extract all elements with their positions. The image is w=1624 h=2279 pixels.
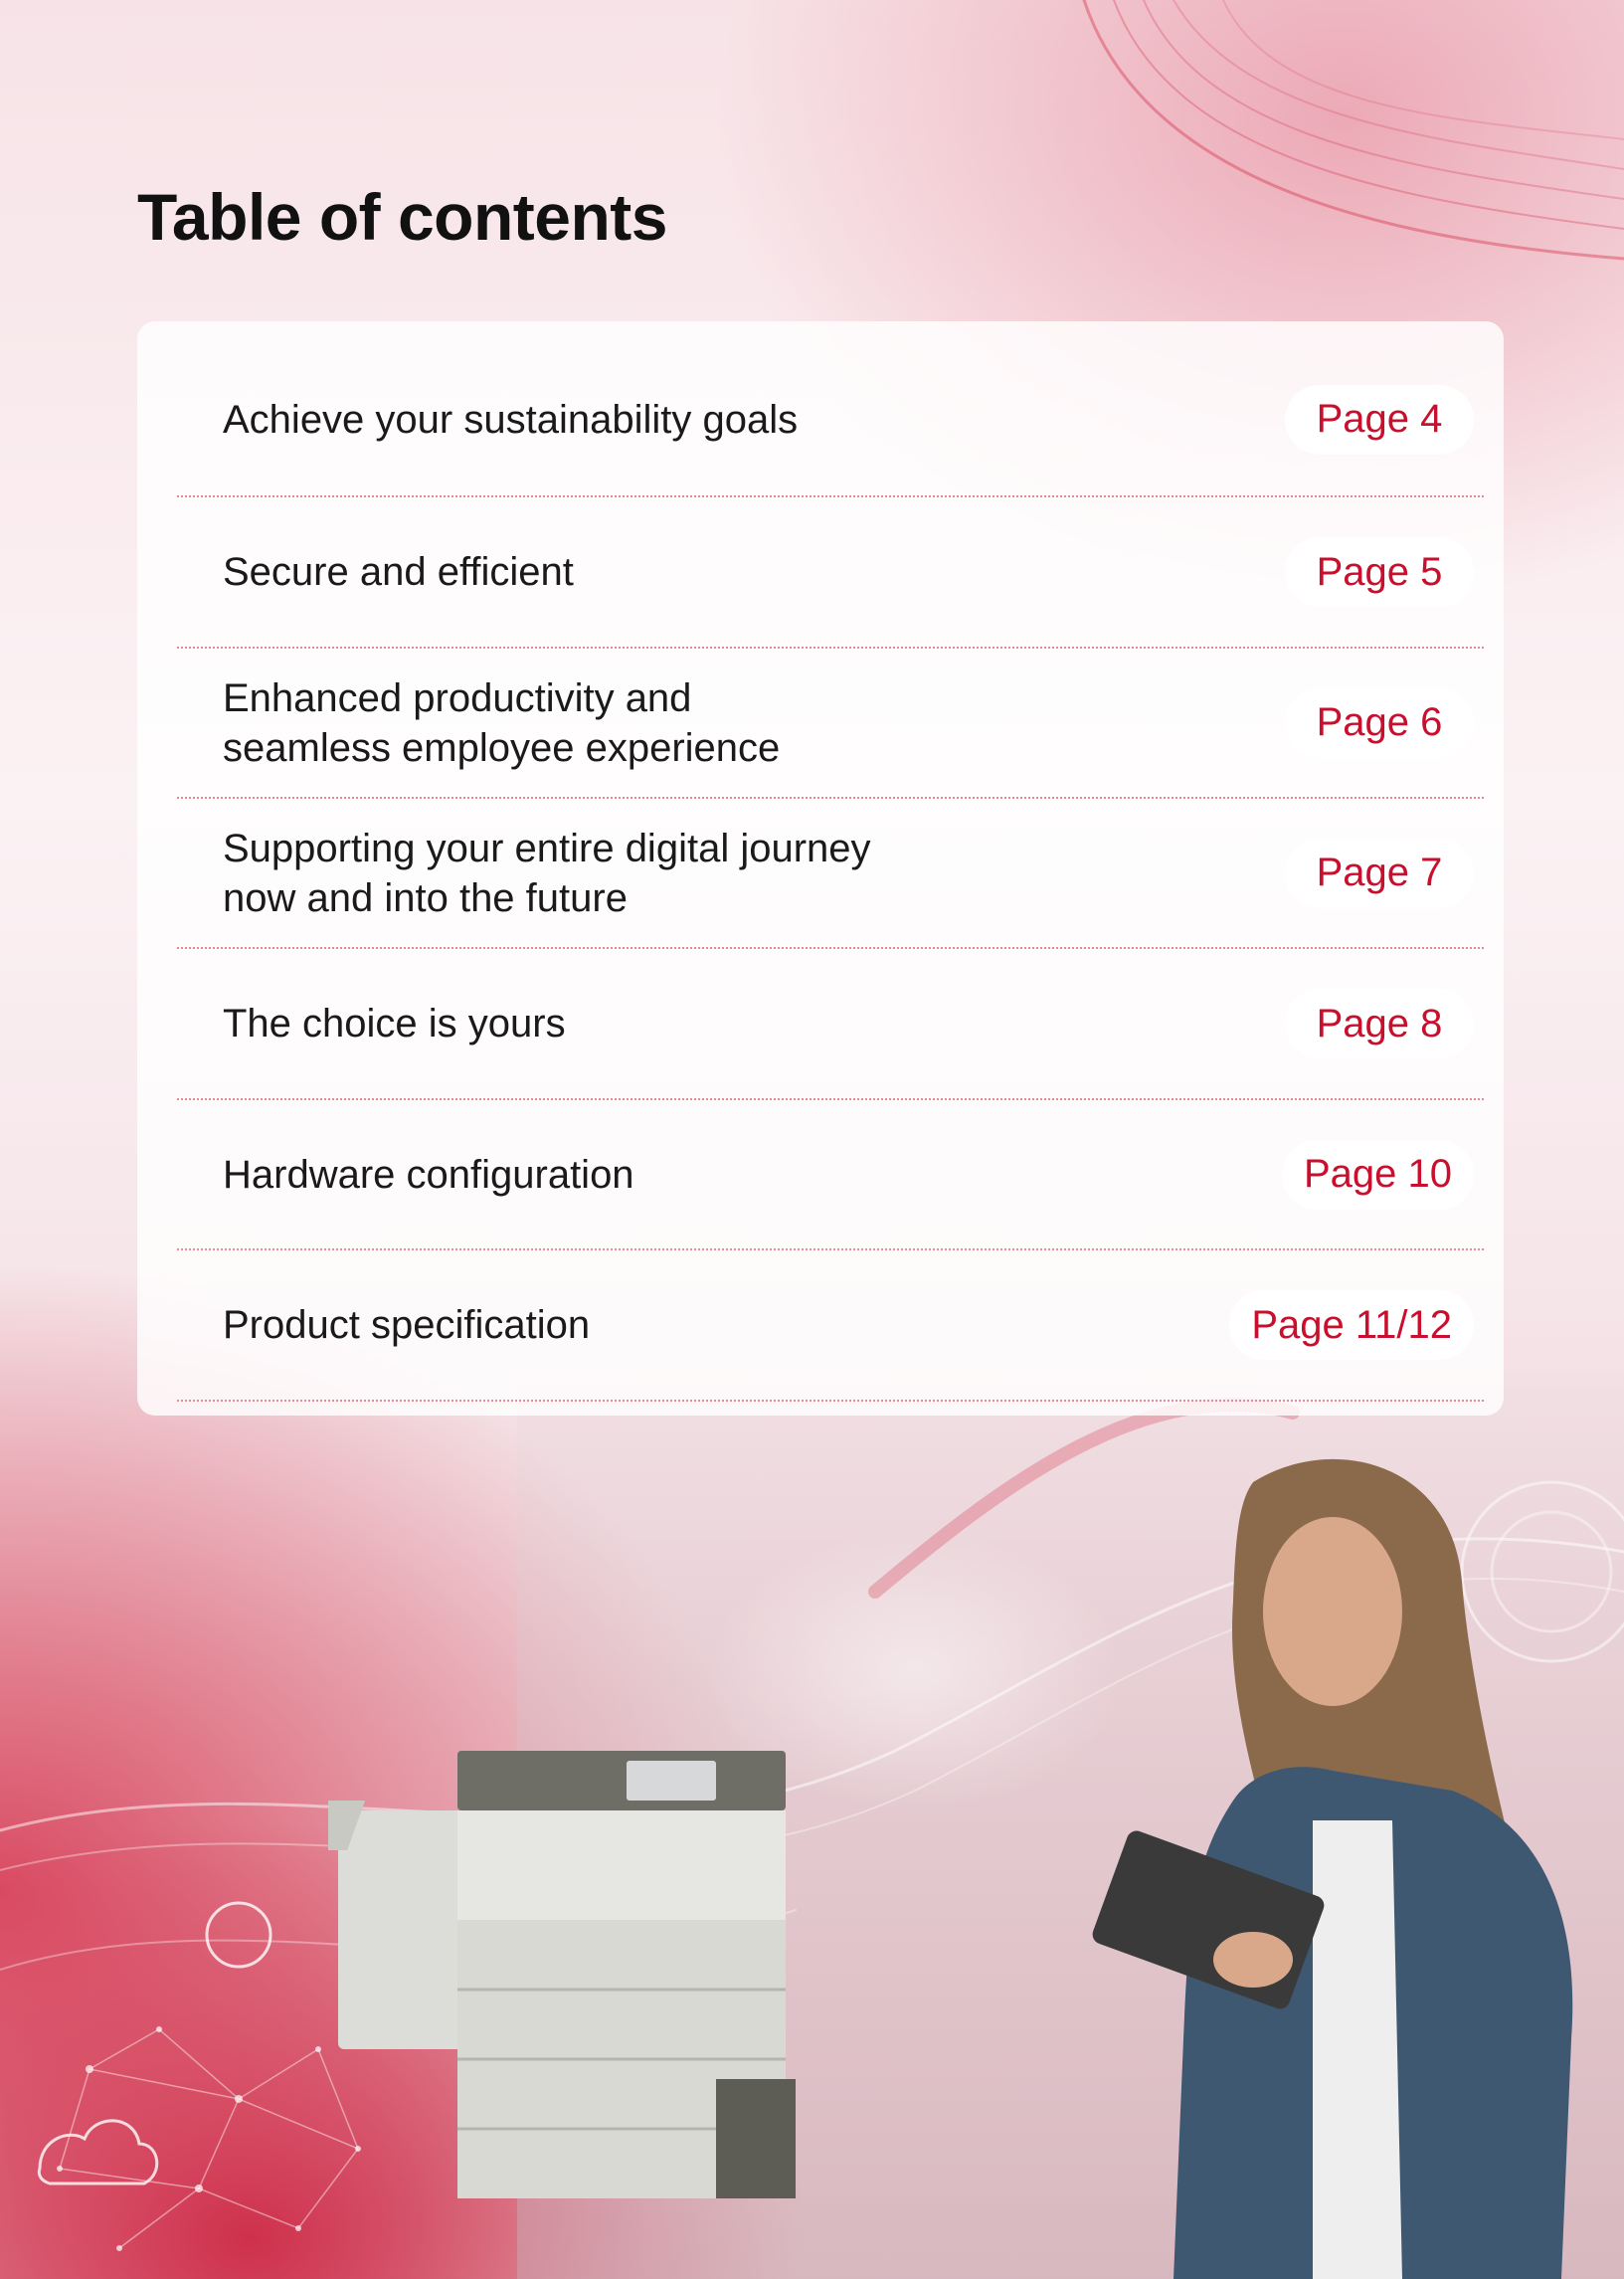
chat-icon bbox=[205, 1901, 272, 1969]
toc-item-specification[interactable]: Product specification Page 11/12 bbox=[177, 1250, 1484, 1402]
toc-page-pill[interactable]: Page 4 bbox=[1285, 384, 1474, 455]
toc-item-digital-journey[interactable]: Supporting your entire digital journey n… bbox=[177, 799, 1484, 949]
toc-item-label: Supporting your entire digital journey n… bbox=[223, 826, 871, 920]
toc-item-label: Achieve your sustainability goals bbox=[223, 397, 799, 442]
page-title: Table of contents bbox=[137, 180, 667, 254]
toc-page-pill[interactable]: Page 10 bbox=[1281, 1139, 1474, 1210]
toc-page-pill[interactable]: Page 11/12 bbox=[1229, 1290, 1474, 1360]
toc-item-label: Product specification bbox=[223, 1303, 591, 1347]
toc-item-label: Hardware configuration bbox=[223, 1152, 634, 1197]
toc-item-hardware[interactable]: Hardware configuration Page 10 bbox=[177, 1100, 1484, 1250]
toc-page-pill[interactable]: Page 8 bbox=[1285, 989, 1474, 1058]
toc-item-label: Enhanced productivity and seamless emplo… bbox=[223, 675, 781, 770]
toc-item-label: Secure and efficient bbox=[223, 550, 574, 594]
woman-with-tablet-image bbox=[1092, 1458, 1573, 2279]
toc-item-label: The choice is yours bbox=[223, 1002, 566, 1045]
toc-item-sustainability[interactable]: Achieve your sustainability goals Page 4 bbox=[177, 343, 1484, 497]
toc-item-choice[interactable]: The choice is yours Page 8 bbox=[177, 949, 1484, 1100]
toc-page-pill[interactable]: Page 5 bbox=[1285, 537, 1474, 607]
toc-page-pill[interactable]: Page 7 bbox=[1285, 838, 1474, 908]
toc-item-productivity[interactable]: Enhanced productivity and seamless emplo… bbox=[177, 649, 1484, 799]
toc-panel: Achieve your sustainability goals Page 4… bbox=[137, 321, 1504, 1416]
toc-page-pill[interactable]: Page 6 bbox=[1285, 687, 1474, 758]
printer-image bbox=[328, 1751, 796, 2198]
toc-item-secure[interactable]: Secure and efficient Page 5 bbox=[177, 497, 1484, 649]
